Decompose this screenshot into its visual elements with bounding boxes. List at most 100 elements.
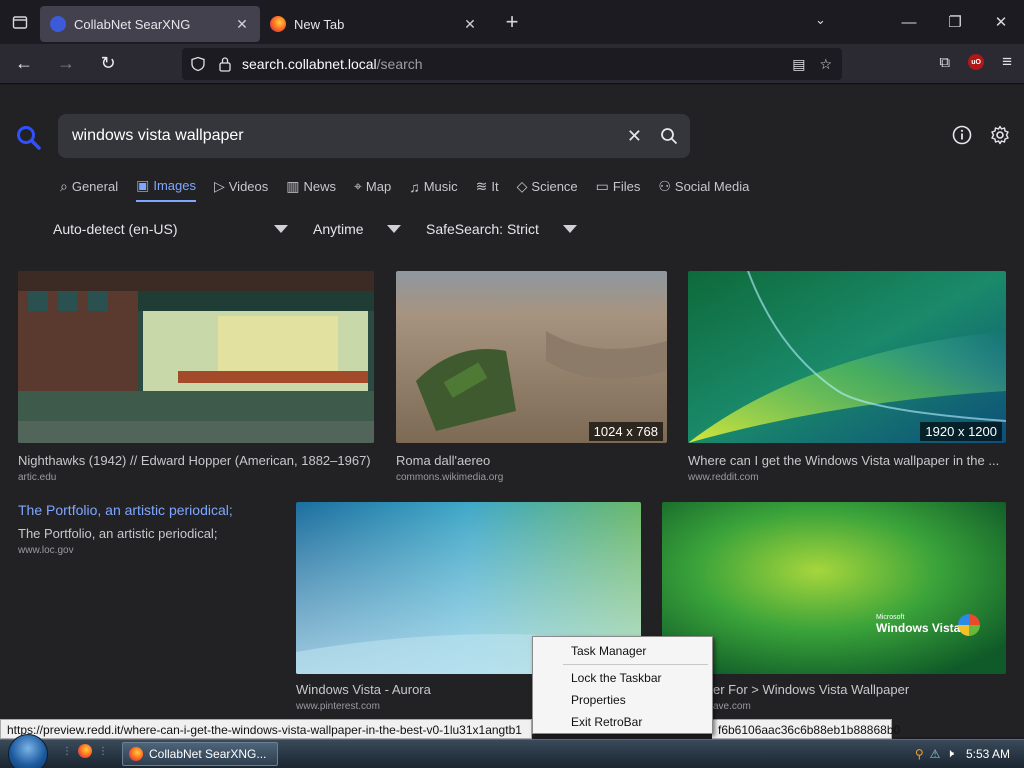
forward-button[interactable]: → <box>48 48 84 80</box>
url-bar[interactable]: search.collabnet.local/search ▤ ☆ <box>182 48 842 80</box>
searxng-logo-icon[interactable] <box>16 125 42 151</box>
chevron-down-icon <box>274 225 288 233</box>
search-query: windows vista wallpaper <box>72 127 244 144</box>
menu-item-lock-taskbar[interactable]: Lock the Taskbar <box>571 671 662 685</box>
url-host: search.collabnet.local <box>242 56 377 72</box>
result-source: artic.edu <box>18 472 57 483</box>
close-tab-icon[interactable]: ✕ <box>234 16 250 33</box>
close-tab-icon[interactable]: ✕ <box>462 16 478 33</box>
nav-bar: ← → ↻ search.collabnet.local/search ▤ ☆ … <box>0 44 1024 84</box>
searxng-page: windows vista wallpaper ✕ ⌕ General ▣ Imag… <box>0 85 1024 737</box>
tab-searxng[interactable]: CollabNet SearXNG ✕ <box>40 6 260 42</box>
close-window-icon[interactable]: ✕ <box>978 13 1024 31</box>
search-input[interactable]: windows vista wallpaper ✕ <box>58 114 690 158</box>
minimize-icon[interactable]: — <box>886 14 932 31</box>
music-icon: ♫ <box>409 178 420 195</box>
back-button[interactable]: ← <box>6 48 42 80</box>
people-icon: ⚇ <box>658 178 671 194</box>
settings-gear-icon[interactable] <box>990 125 1010 145</box>
quick-launch: ⋮ ⋮ <box>62 744 108 758</box>
firefox-quicklaunch-icon[interactable] <box>78 744 92 758</box>
rome-aerial-thumbnail <box>396 271 667 443</box>
menu-item-exit-retrobar[interactable]: Exit RetroBar <box>571 715 642 729</box>
extensions-icon[interactable]: ⧉ <box>939 54 950 71</box>
search-icon: ⌕ <box>60 178 68 194</box>
tab-bar: CollabNet SearXNG ✕ New Tab ✕ + ⌄ — ❐ ✕ <box>0 0 1024 44</box>
result-image-vista-reddit[interactable]: 1920 x 1200 <box>688 271 1006 443</box>
safesearch-select[interactable]: SafeSearch: Strict <box>426 221 577 237</box>
ublock-origin-icon[interactable]: uO <box>968 54 985 70</box>
url-path: /search <box>376 56 423 72</box>
category-music[interactable]: ♫ Music <box>409 177 457 202</box>
reader-view-icon[interactable]: ▤ <box>792 56 805 73</box>
result-source: www.reddit.com <box>688 472 759 483</box>
clear-search-icon[interactable]: ✕ <box>627 126 642 147</box>
result-source: www.loc.gov <box>18 545 74 556</box>
language-select[interactable]: Auto-detect (en-US) <box>53 221 288 237</box>
result-image-vista-wallpaper[interactable]: Microsoft Windows Vista <box>662 502 1006 674</box>
category-files[interactable]: ▭ Files <box>596 177 641 202</box>
result-snippet: The Portfolio, an artistic periodical; <box>18 526 218 541</box>
taskbar-context-menu: Task Manager Lock the Taskbar Properties… <box>532 636 713 734</box>
tab-title: CollabNet SearXNG <box>74 16 191 32</box>
graduation-cap-icon: ◇ <box>516 178 528 194</box>
result-image-nighthawks[interactable] <box>18 271 374 443</box>
volume-muted-icon[interactable]: 🕨 <box>946 746 954 761</box>
category-news[interactable]: ▥ News <box>286 177 336 202</box>
link-status-bar-tail: f6b6106aac36c6b88eb1b88868b0 <box>712 719 900 739</box>
result-title[interactable]: er For > Windows Vista Wallpaper <box>713 682 1006 697</box>
nighthawks-thumbnail <box>18 271 374 443</box>
system-tray: ⚲ ⚠ 🕨 5:53 AM <box>915 746 1010 761</box>
search-filters: Auto-detect (en-US) Anytime SafeSearch: … <box>53 221 577 237</box>
list-all-tabs-icon[interactable]: ⌄ <box>815 12 826 28</box>
time-range-select[interactable]: Anytime <box>313 221 401 237</box>
bookmark-star-icon[interactable]: ☆ <box>819 56 832 73</box>
resolution-badge: 1920 x 1200 <box>920 422 1002 441</box>
info-icon[interactable] <box>952 125 972 145</box>
category-videos[interactable]: ▷ Videos <box>214 177 268 202</box>
restore-icon[interactable]: ❐ <box>932 13 978 31</box>
result-title[interactable]: Nighthawks (1942) // Edward Hopper (Amer… <box>18 453 374 468</box>
category-tabs: ⌕ General ▣ Images ▷ Videos ▥ News ⌖ Map ♫ Mus… <box>60 177 749 202</box>
result-title[interactable]: Where can I get the Windows Vista wallpa… <box>688 453 1006 468</box>
result-image-roma[interactable]: 1024 x 768 <box>396 271 667 443</box>
tab-list-icon <box>12 16 28 29</box>
firefox-icon <box>129 747 143 761</box>
menu-separator <box>563 664 708 665</box>
category-general[interactable]: ⌕ General <box>60 177 118 202</box>
newspaper-icon: ▥ <box>286 178 300 194</box>
windows-taskbar: ⋮ ⋮ CollabNet SearXNG... ⚲ ⚠ 🕨 5:53 AM <box>0 734 1024 768</box>
menu-item-task-manager[interactable]: Task Manager <box>571 644 646 658</box>
play-icon: ▷ <box>213 178 225 194</box>
searxng-favicon-icon <box>50 16 66 32</box>
category-science[interactable]: ◇ Science <box>517 177 578 202</box>
menu-item-properties[interactable]: Properties <box>571 693 626 707</box>
tab-new-tab[interactable]: New Tab ✕ <box>260 6 488 42</box>
tab-title: New Tab <box>294 16 345 32</box>
grip-icon: ⋮ <box>98 745 108 757</box>
search-tray-icon[interactable]: ⚲ <box>915 747 924 761</box>
search-submit-icon[interactable] <box>660 127 678 145</box>
result-source: www.pinterest.com <box>296 701 380 712</box>
vista-green-thumbnail <box>662 502 1006 674</box>
menu-hamburger-icon[interactable]: ≡ <box>1002 52 1012 72</box>
category-social-media[interactable]: ⚇ Social Media <box>658 177 749 202</box>
link-status-bar: https://preview.redd.it/where-can-i-get-… <box>0 719 532 739</box>
result-link-portfolio[interactable]: The Portfolio, an artistic periodical; <box>18 502 233 518</box>
new-tab-button[interactable]: + <box>496 9 528 35</box>
category-it[interactable]: ≋ It <box>476 177 499 202</box>
tab-list-button[interactable] <box>0 0 40 44</box>
shield-icon[interactable] <box>190 56 206 72</box>
reload-button[interactable]: ↻ <box>90 48 126 80</box>
clock[interactable]: 5:53 AM <box>966 747 1010 761</box>
result-title[interactable]: Roma dall'aereo <box>396 453 667 468</box>
lock-icon[interactable] <box>218 56 232 72</box>
network-icon[interactable]: ⚠ <box>930 747 941 761</box>
resolution-badge: 1024 x 768 <box>588 422 663 441</box>
drive-icon: ▭ <box>595 178 609 194</box>
firefox-favicon-icon <box>270 16 286 32</box>
category-map[interactable]: ⌖ Map <box>354 177 391 202</box>
category-images[interactable]: ▣ Images <box>136 177 196 202</box>
taskbar-item-firefox[interactable]: CollabNet SearXNG... <box>122 742 278 766</box>
start-button[interactable] <box>8 734 48 768</box>
